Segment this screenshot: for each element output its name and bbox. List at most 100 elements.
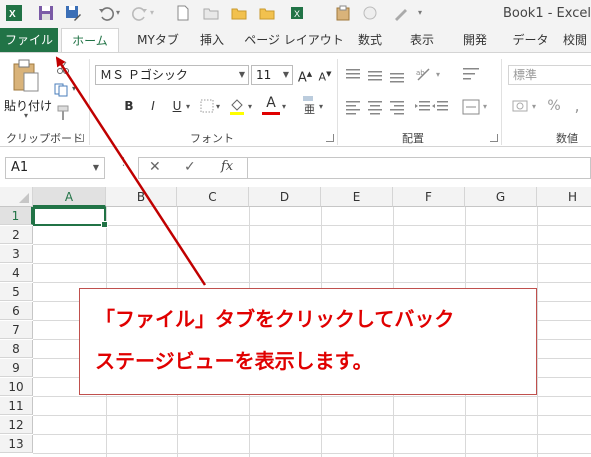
column-header[interactable]: F xyxy=(393,187,465,207)
clipboard-launcher-icon[interactable] xyxy=(76,134,84,142)
decrease-font-size-icon[interactable]: A▼ xyxy=(316,65,334,84)
row-header[interactable]: 9 xyxy=(0,359,33,377)
phonetic-dropdown-icon[interactable]: ▾ xyxy=(319,102,323,111)
tab-home[interactable]: ホーム xyxy=(61,28,119,53)
insert-function-icon[interactable]: fx xyxy=(221,159,233,174)
tab-page-layout[interactable]: ページ レイアウト xyxy=(242,28,346,52)
format-painter-icon[interactable] xyxy=(55,105,71,121)
excel-file-icon[interactable]: X xyxy=(289,5,305,21)
folder-2-icon[interactable] xyxy=(259,5,275,21)
vertical-align-icons[interactable] xyxy=(345,67,409,83)
copy-dropdown-icon[interactable]: ▾ xyxy=(72,84,76,93)
circle-icon[interactable] xyxy=(362,5,378,21)
orientation-dropdown-icon[interactable]: ▾ xyxy=(436,70,440,79)
column-header[interactable]: A xyxy=(33,187,106,207)
column-header[interactable]: D xyxy=(249,187,321,207)
ribbon: 貼り付け ▾ ▾ クリップボード ＭＳ Ｐゴシック ▼ 11 ▼ A▲ A▼ B… xyxy=(0,52,591,147)
window-title: Book1 - Excel xyxy=(502,6,591,21)
row-header[interactable]: 5 xyxy=(0,283,33,301)
paste-icon[interactable] xyxy=(12,59,40,93)
customize-qat-icon[interactable]: ▾ xyxy=(418,8,422,17)
merge-dropdown-icon[interactable]: ▾ xyxy=(483,102,487,111)
new-file-icon[interactable] xyxy=(175,5,191,21)
open-folder-icon[interactable] xyxy=(203,5,219,21)
font-color-icon[interactable]: A xyxy=(262,95,280,115)
currency-format-icon[interactable] xyxy=(512,98,530,114)
number-format-combo[interactable]: 標準 xyxy=(508,65,591,85)
font-name-dropdown-icon[interactable]: ▼ xyxy=(239,66,245,84)
tab-review[interactable]: 校閲 xyxy=(563,28,591,52)
increase-font-size-icon[interactable]: A▲ xyxy=(296,65,314,85)
orientation-icon[interactable]: ab xyxy=(415,65,433,83)
percent-style-button[interactable]: % xyxy=(545,97,563,115)
tab-mytab[interactable]: MYタブ xyxy=(128,28,188,52)
row-header[interactable]: 7 xyxy=(0,321,33,339)
font-size-dropdown-icon[interactable]: ▼ xyxy=(283,66,289,84)
column-header[interactable]: G xyxy=(465,187,537,207)
borders-dropdown-icon[interactable]: ▾ xyxy=(216,102,220,111)
select-all-corner[interactable] xyxy=(0,187,33,207)
row-header[interactable]: 6 xyxy=(0,302,33,320)
tab-data[interactable]: データ xyxy=(508,28,553,52)
row-header[interactable]: 11 xyxy=(0,397,33,415)
underline-button[interactable]: U xyxy=(168,97,186,115)
row-header[interactable]: 3 xyxy=(0,245,33,263)
column-header[interactable]: B xyxy=(106,187,177,207)
fill-color-dropdown-icon[interactable]: ▾ xyxy=(248,102,252,111)
italic-button[interactable]: I xyxy=(144,97,162,115)
tab-formulas[interactable]: 数式 xyxy=(350,28,390,52)
redo-icon[interactable] xyxy=(132,5,148,21)
formula-input[interactable] xyxy=(248,157,591,179)
tab-view[interactable]: 表示 xyxy=(402,28,442,52)
font-name-combo[interactable]: ＭＳ Ｐゴシック ▼ xyxy=(95,65,249,85)
tab-developer[interactable]: 開発 xyxy=(455,28,495,52)
font-launcher-icon[interactable] xyxy=(326,134,334,142)
tab-insert[interactable]: 挿入 xyxy=(192,28,232,52)
paste-dropdown-icon[interactable]: ▾ xyxy=(24,111,28,120)
row-header[interactable]: 13 xyxy=(0,435,33,453)
column-header[interactable]: C xyxy=(177,187,249,207)
enter-icon[interactable]: ✓ xyxy=(184,159,196,175)
group-divider xyxy=(337,59,338,145)
gridline xyxy=(33,263,591,264)
cancel-icon[interactable]: ✕ xyxy=(149,159,161,175)
undo-icon[interactable] xyxy=(98,5,114,21)
redo-dropdown-icon[interactable]: ▾ xyxy=(150,8,154,17)
row-header[interactable]: 12 xyxy=(0,416,33,434)
pen-icon[interactable] xyxy=(393,5,409,21)
font-size-combo[interactable]: 11 ▼ xyxy=(251,65,293,85)
active-cell[interactable] xyxy=(33,207,108,228)
wrap-text-icon[interactable] xyxy=(462,65,480,83)
fill-color-icon[interactable] xyxy=(228,97,246,115)
row-header[interactable]: 2 xyxy=(0,226,33,244)
font-color-dropdown-icon[interactable]: ▾ xyxy=(282,102,286,111)
indent-icons[interactable] xyxy=(414,99,450,115)
underline-dropdown-icon[interactable]: ▾ xyxy=(186,102,190,111)
formula-bar-grip-icon[interactable]: ⋮ xyxy=(118,156,129,177)
save-as-icon[interactable] xyxy=(65,5,81,21)
merge-center-icon[interactable] xyxy=(462,99,480,115)
currency-dropdown-icon[interactable]: ▾ xyxy=(532,102,536,111)
save-icon[interactable] xyxy=(38,5,54,21)
column-header[interactable]: E xyxy=(321,187,393,207)
tab-file[interactable]: ファイル xyxy=(0,28,58,52)
horizontal-align-icons[interactable] xyxy=(345,99,409,115)
cut-icon[interactable] xyxy=(56,61,70,75)
clipboard-icon[interactable] xyxy=(335,5,351,21)
undo-dropdown-icon[interactable]: ▾ xyxy=(116,8,120,17)
folder-icon[interactable] xyxy=(231,5,247,21)
copy-icon[interactable] xyxy=(54,83,70,97)
name-box-dropdown-icon[interactable]: ▼ xyxy=(93,158,99,178)
row-header[interactable]: 8 xyxy=(0,340,33,358)
bold-button[interactable]: B xyxy=(120,97,138,115)
number-group-label: 数値 xyxy=(556,132,578,145)
row-header[interactable]: 4 xyxy=(0,264,33,282)
name-box[interactable]: A1 ▼ xyxy=(5,157,105,179)
alignment-launcher-icon[interactable] xyxy=(490,134,498,142)
row-header[interactable]: 10 xyxy=(0,378,33,396)
phonetic-guide-icon[interactable]: 亜 xyxy=(302,95,318,115)
column-header[interactable]: H xyxy=(537,187,591,207)
row-header[interactable]: 1 xyxy=(0,207,33,225)
comma-style-button[interactable]: , xyxy=(568,97,586,115)
borders-icon[interactable] xyxy=(200,99,214,113)
